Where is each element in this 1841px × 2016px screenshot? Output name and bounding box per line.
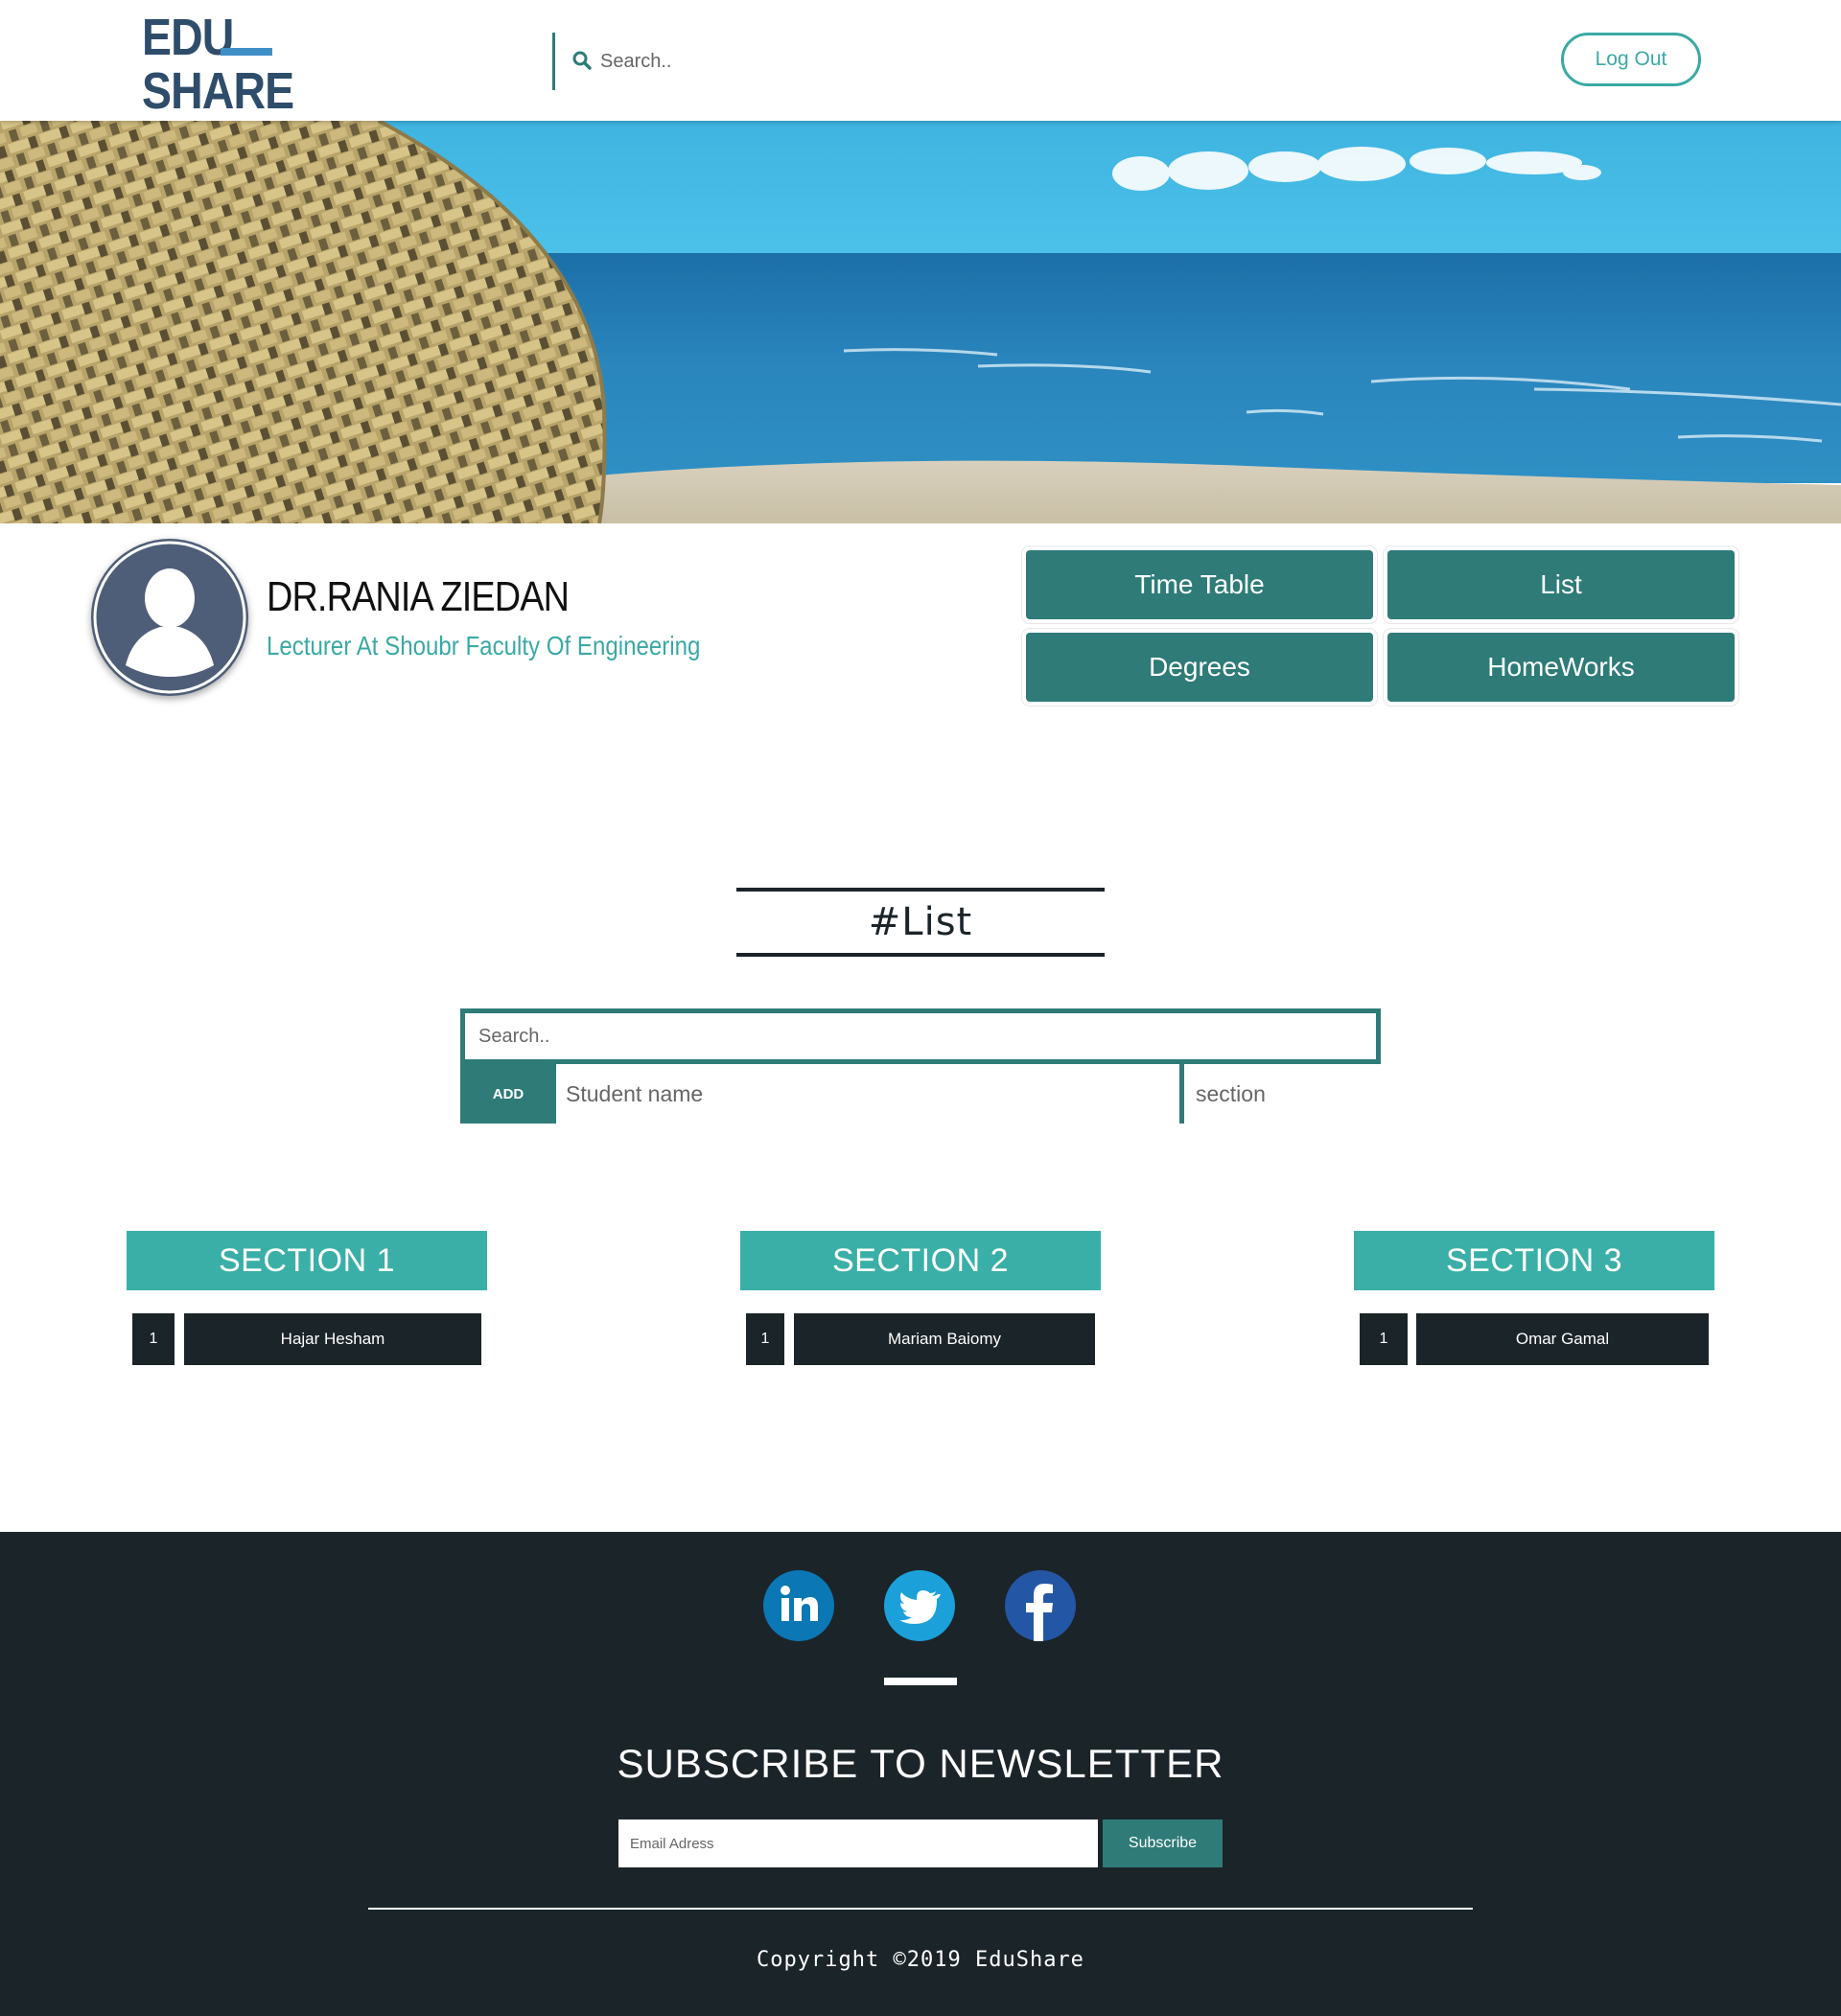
newsletter-email-input[interactable] [618, 1819, 1098, 1867]
cover-photo [0, 121, 1841, 523]
section-header-3: SECTION 3 [1354, 1231, 1714, 1290]
footer-divider [368, 1908, 1473, 1910]
timetable-button[interactable]: Time Table [1026, 550, 1373, 619]
top-header: EDU SHARE Log Out [0, 0, 1841, 121]
edushare-logo[interactable]: EDU SHARE [142, 12, 294, 117]
logo-text-share: SHARE [142, 62, 294, 120]
linkedin-icon[interactable] [763, 1570, 834, 1641]
section-input[interactable] [1184, 1064, 1381, 1124]
twitter-icon[interactable] [884, 1570, 955, 1641]
copyright-text: Copyright ©2019 EduShare [757, 1948, 1084, 1972]
homeworks-button[interactable]: HomeWorks [1387, 633, 1735, 702]
list-button[interactable]: List [1387, 550, 1735, 619]
user-silhouette-icon [93, 541, 246, 694]
list-search-input[interactable] [460, 1008, 1381, 1064]
logout-button[interactable]: Log Out [1561, 33, 1701, 86]
avatar[interactable] [91, 539, 248, 696]
header-search-input[interactable] [600, 42, 1176, 81]
student-name-cell[interactable]: Hajar Hesham [184, 1313, 481, 1365]
search-icon [572, 51, 592, 70]
facebook-icon[interactable] [1005, 1570, 1076, 1641]
profile-name: DR.RANIA ZIEDAN [267, 573, 570, 620]
profile-subtitle: Lecturer At Shoubr Faculty Of Engineerin… [267, 631, 701, 660]
list-title: #List [736, 888, 1105, 957]
footer-accent-bar [884, 1678, 957, 1685]
student-name-cell[interactable]: Mariam Baiomy [794, 1313, 1095, 1365]
subscribe-button[interactable]: Subscribe [1103, 1819, 1223, 1867]
row-number: 1 [132, 1313, 175, 1365]
header-divider [552, 33, 555, 90]
row-number: 1 [746, 1313, 784, 1365]
section-header-2: SECTION 2 [740, 1231, 1101, 1290]
student-name-input[interactable] [556, 1064, 1179, 1124]
newsletter-title: SUBSCRIBE TO NEWSLETTER [617, 1741, 1224, 1786]
section-header-1: SECTION 1 [127, 1231, 487, 1290]
logo-bar [221, 48, 272, 56]
add-button[interactable]: ADD [460, 1064, 556, 1124]
student-name-cell[interactable]: Omar Gamal [1416, 1313, 1709, 1365]
row-number: 1 [1360, 1313, 1408, 1365]
degrees-button[interactable]: Degrees [1026, 633, 1373, 702]
